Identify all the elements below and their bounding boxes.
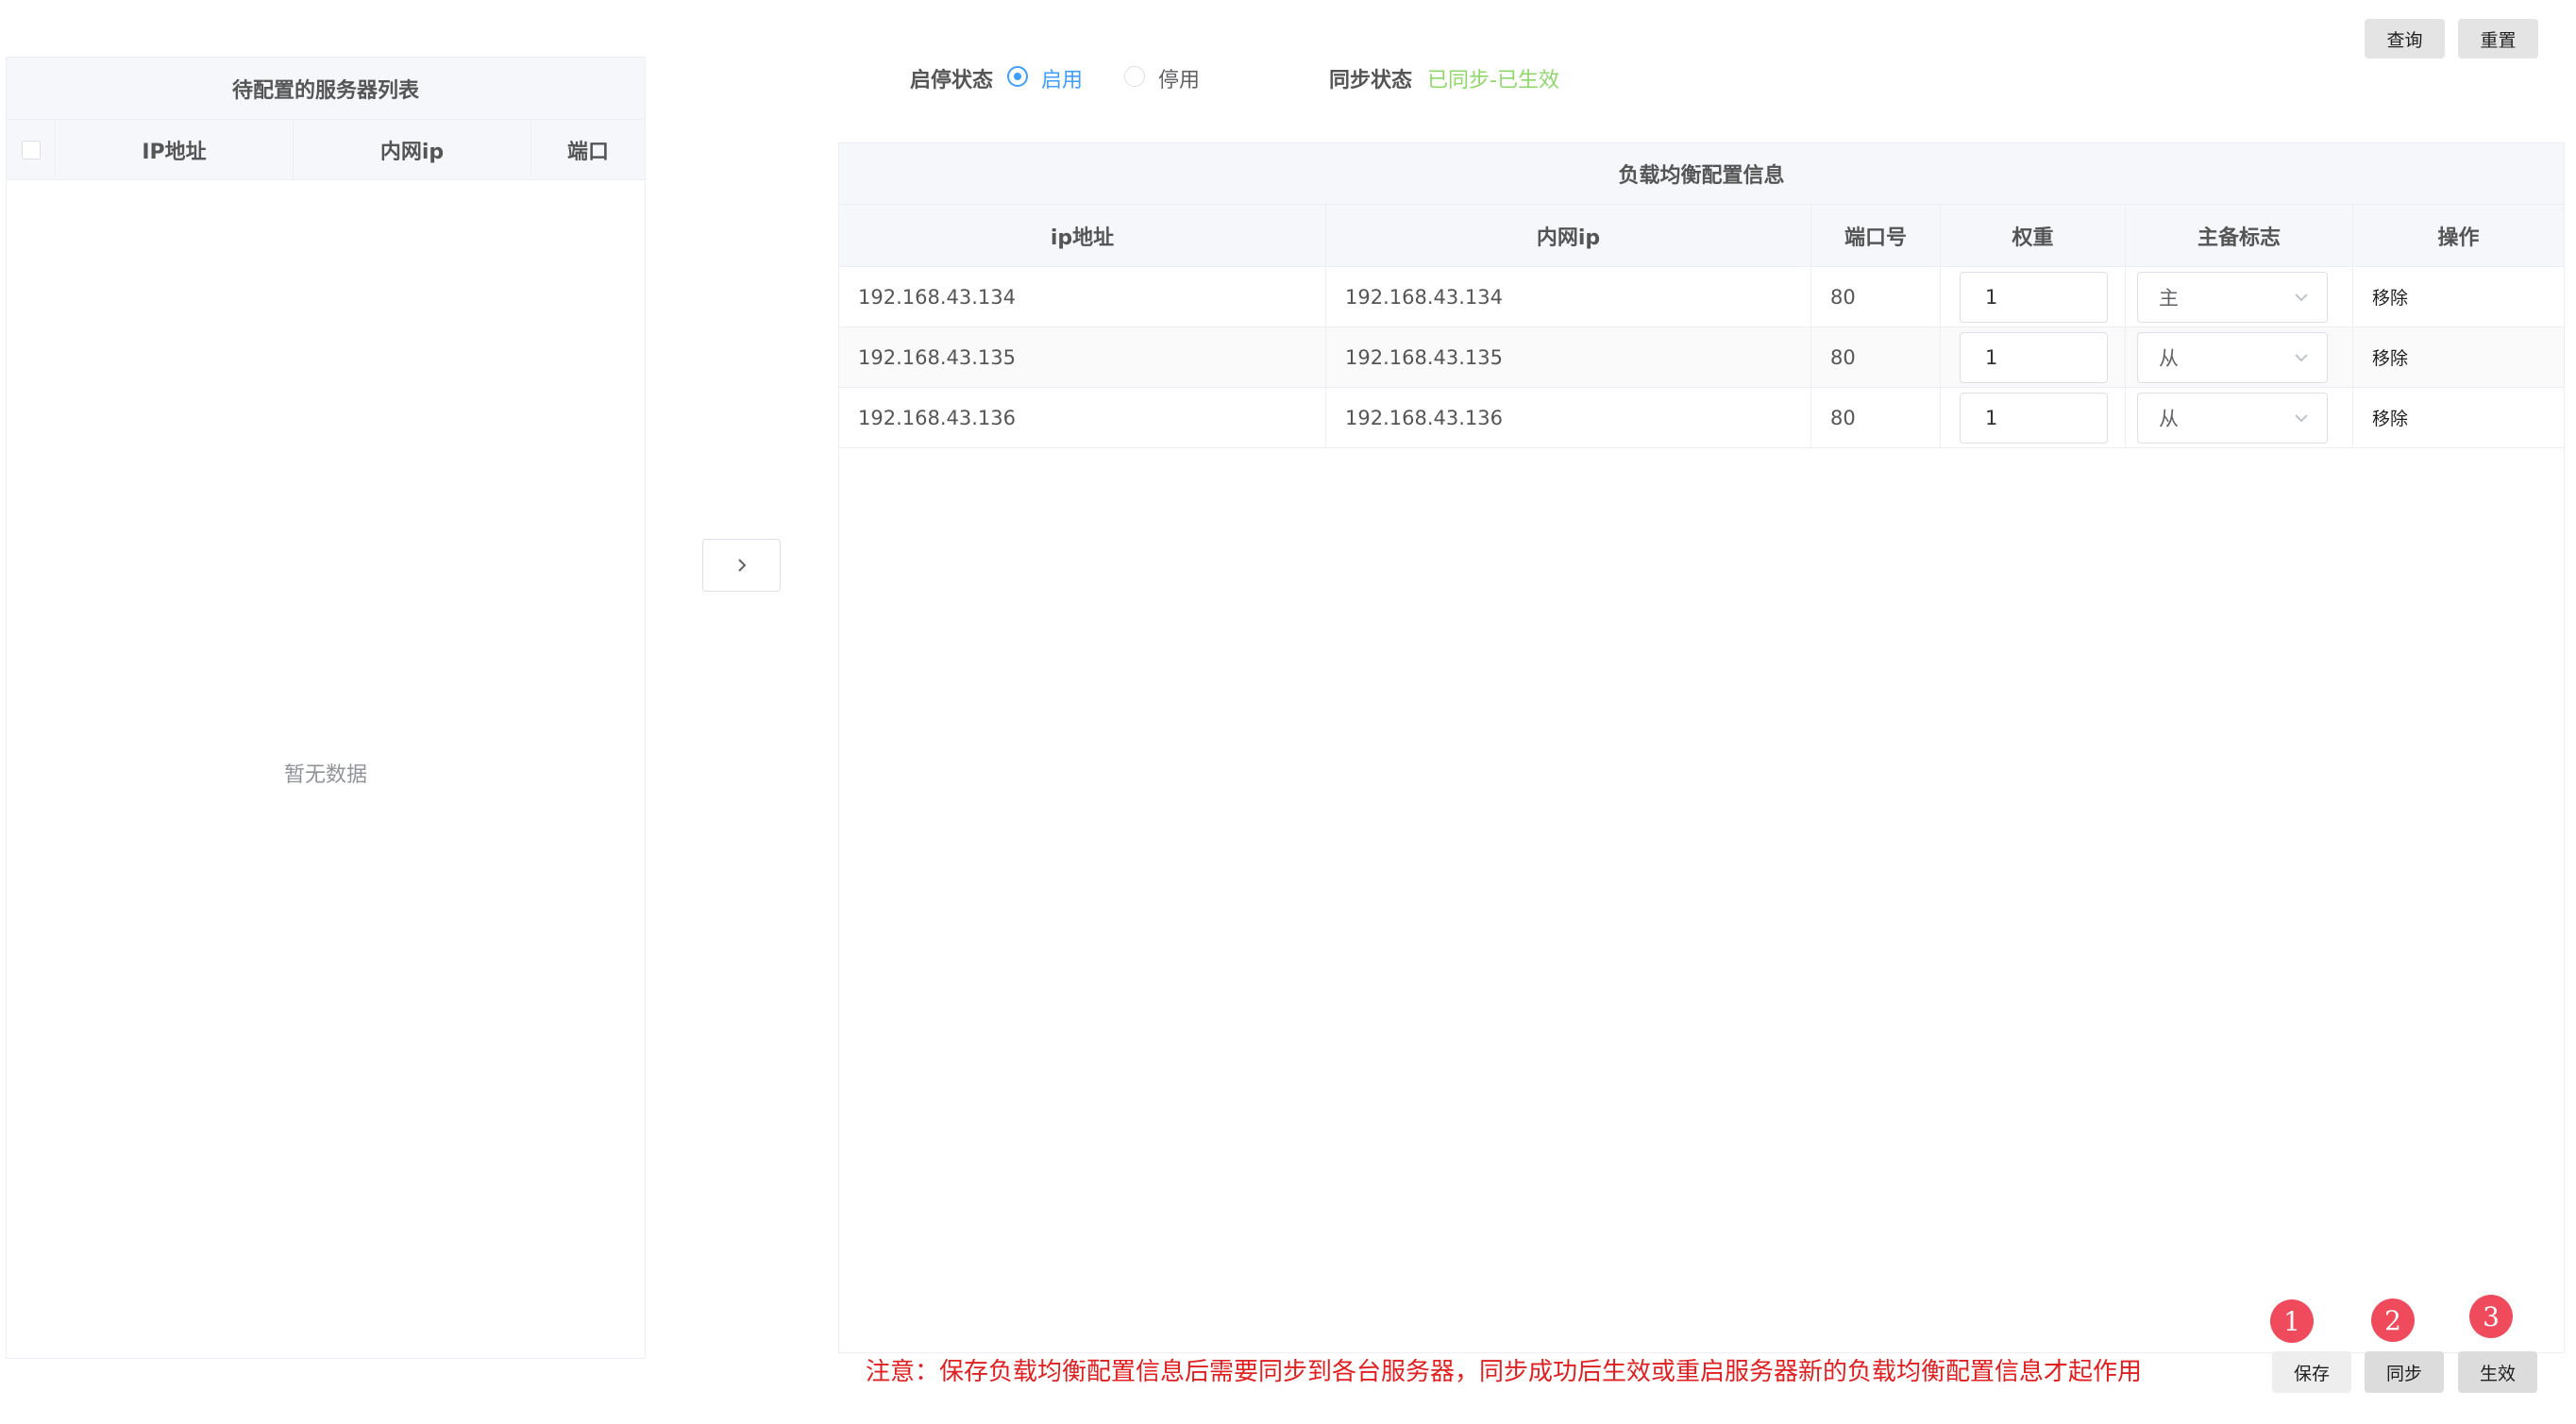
empty-data-text: 暂无数据: [283, 763, 367, 787]
load-balance-title: 负载均衡配置信息: [839, 143, 2564, 205]
query-button[interactable]: 查询: [2365, 19, 2445, 59]
table-row: 192.168.43.134 192.168.43.134 80 1 主 移除: [839, 267, 2564, 327]
status-label: 启停状态: [910, 69, 994, 92]
flag-cell: 从: [2126, 388, 2353, 447]
chevron-down-icon: [2295, 413, 2308, 422]
save-button[interactable]: 保存: [2272, 1351, 2351, 1393]
sync-status-label: 同步状态: [1329, 69, 1413, 92]
apply-button[interactable]: 生效: [2458, 1351, 2537, 1393]
sync-status-value: 已同步-已生效: [1427, 69, 1559, 92]
flag-cell: 主: [2126, 267, 2353, 327]
master-flag-value: 主: [2159, 286, 2179, 310]
table-row: 192.168.43.135 192.168.43.135 80 1 从 移除: [839, 327, 2564, 388]
action-cell: 移除: [2353, 327, 2564, 387]
notice-text: 注意：保存负载均衡配置信息后需要同步到各台服务器，同步成功后生效或重启服务器新的…: [866, 1358, 2143, 1386]
select-all-cell: [7, 120, 56, 179]
pending-server-title: 待配置的服务器列表: [7, 58, 645, 120]
column-ip: ip地址: [839, 205, 1326, 266]
weight-cell: 1: [1941, 267, 2126, 327]
pending-server-table-header: IP地址 内网ip 端口: [7, 120, 645, 180]
inner-ip-cell: 192.168.43.134: [1326, 267, 1811, 327]
select-all-checkbox[interactable]: [21, 140, 41, 159]
radio-enabled-label[interactable]: 启用: [1041, 63, 1083, 93]
column-action: 操作: [2437, 226, 2480, 250]
inner-ip-cell: 192.168.43.136: [1326, 388, 1811, 447]
column-master-flag: 主备标志: [2126, 205, 2353, 266]
load-balance-table-header: ip地址 内网ip 端口号 权重 主备标志 操作: [839, 205, 2564, 267]
port-cell: 80: [1811, 267, 1941, 327]
port-cell: 80: [1811, 388, 1941, 447]
port-cell: 80: [1811, 327, 1941, 387]
flag-cell: 从: [2126, 327, 2353, 387]
master-flag-select[interactable]: 从: [2137, 331, 2328, 383]
weight-cell: 1: [1941, 388, 2126, 447]
column-port: 端口号: [1811, 205, 1941, 266]
radio-disabled-label[interactable]: 停用: [1158, 63, 1200, 93]
weight-input[interactable]: 1: [1960, 392, 2108, 444]
chevron-down-icon: [2295, 293, 2308, 301]
radio-enabled[interactable]: [1007, 66, 1028, 87]
action-cell: 移除: [2353, 267, 2564, 327]
remove-link[interactable]: 移除: [2372, 344, 2408, 370]
step-badge-1: 1: [2270, 1299, 2314, 1343]
sync-button[interactable]: 同步: [2365, 1351, 2444, 1393]
column-ip: IP地址: [56, 120, 294, 179]
ip-cell: 192.168.43.136: [839, 388, 1326, 447]
remove-link[interactable]: 移除: [2372, 284, 2408, 310]
inner-ip-cell: 192.168.43.135: [1326, 327, 1811, 387]
chevron-down-icon: [2295, 353, 2308, 361]
transfer-right-button[interactable]: [702, 539, 781, 592]
master-flag-select[interactable]: 从: [2137, 392, 2328, 444]
weight-cell: 1: [1941, 327, 2126, 387]
table-row: 192.168.43.136 192.168.43.136 80 1 从 移除: [839, 388, 2564, 448]
action-cell: 移除: [2353, 388, 2564, 447]
master-flag-value: 从: [2159, 407, 2179, 430]
ip-cell: 192.168.43.134: [839, 267, 1326, 327]
pending-server-panel: 待配置的服务器列表 IP地址 内网ip 端口 暂无数据: [6, 57, 646, 1359]
column-inner-ip: 内网ip: [1326, 205, 1811, 266]
column-inner-ip: 内网ip: [294, 120, 531, 179]
radio-disabled[interactable]: [1124, 66, 1145, 87]
step-badge-3: 3: [2469, 1295, 2513, 1338]
step-badge-2: 2: [2371, 1298, 2415, 1342]
master-flag-select[interactable]: 主: [2137, 271, 2328, 323]
weight-input[interactable]: 1: [1960, 271, 2108, 323]
chevron-right-icon: [737, 559, 746, 572]
remove-link[interactable]: 移除: [2372, 405, 2408, 430]
load-balance-panel: 负载均衡配置信息 ip地址 内网ip 端口号 权重 主备标志 操作 192.16…: [838, 142, 2565, 1353]
weight-input[interactable]: 1: [1960, 331, 2108, 383]
ip-cell: 192.168.43.135: [839, 327, 1326, 387]
column-port: 端口: [566, 140, 609, 164]
reset-button[interactable]: 重置: [2458, 19, 2538, 59]
master-flag-value: 从: [2159, 346, 2179, 370]
column-weight: 权重: [1941, 205, 2126, 266]
